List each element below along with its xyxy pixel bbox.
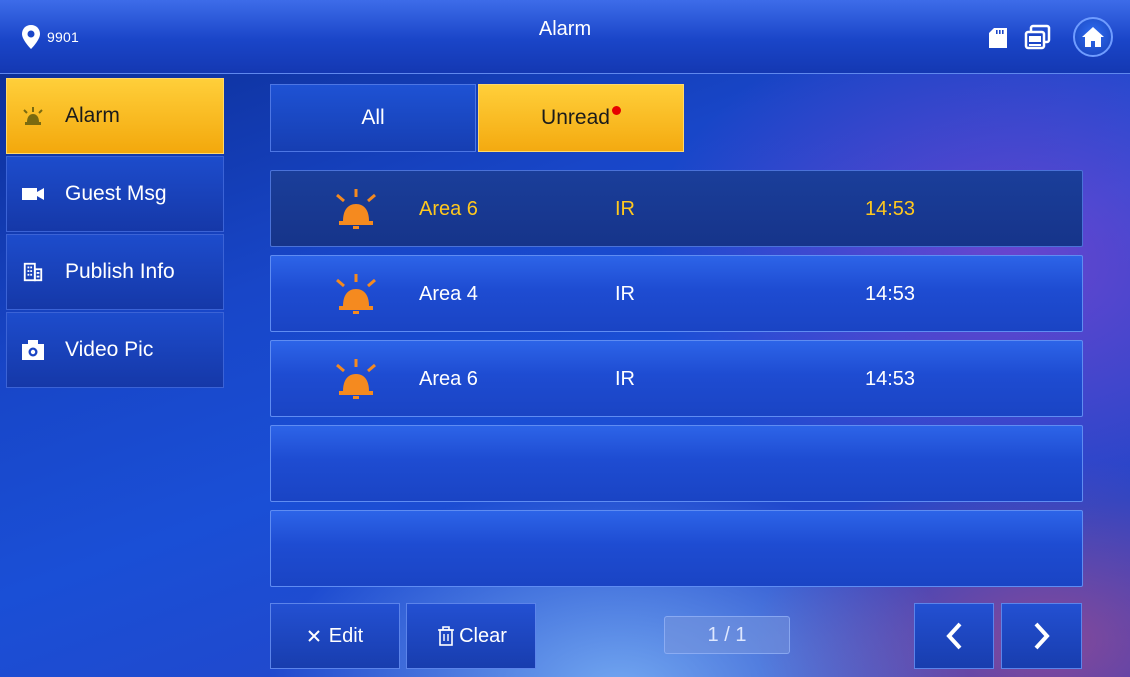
page-title: Alarm: [538, 18, 592, 40]
alarm-area: Area 6: [419, 368, 478, 390]
tab-label: All: [361, 106, 385, 129]
alarm-area: Area 6: [419, 198, 478, 220]
sd-card-icon: [989, 28, 1007, 48]
alarm-bell-icon: [336, 274, 376, 314]
list-item[interactable]: Area 6 IR 14:53: [270, 340, 1083, 417]
building-icon: [21, 260, 45, 284]
edit-label: Edit: [328, 624, 364, 647]
chevron-left-icon: [946, 622, 962, 650]
unread-dot-icon: [611, 105, 621, 115]
sidebar-item-publish-info[interactable]: Publish Info: [6, 234, 224, 310]
trash-icon: [438, 626, 455, 646]
top-bar: 9901 Alarm: [0, 0, 1130, 74]
alarm-type: IR: [615, 198, 635, 220]
edit-button[interactable]: Edit: [270, 603, 400, 669]
alarm-area: Area 4: [419, 283, 478, 305]
tab-all[interactable]: All: [270, 84, 476, 152]
clear-button[interactable]: Clear: [406, 603, 536, 669]
alarm-bell-icon: [336, 359, 376, 399]
alarm-time: 14:53: [865, 198, 916, 220]
sidebar-item-label: Guest Msg: [65, 182, 167, 205]
tab-unread[interactable]: Unread: [478, 84, 684, 152]
alarm-icon: [21, 104, 45, 128]
list-item[interactable]: Area 6 IR 14:53: [270, 170, 1083, 247]
camera-icon: [21, 182, 45, 206]
network-icon: [1024, 24, 1051, 50]
sidebar-item-video-pic[interactable]: Video Pic: [6, 312, 224, 388]
home-icon: [1082, 27, 1104, 47]
clear-label: Clear: [459, 624, 507, 647]
alarm-type: IR: [615, 368, 635, 390]
alarm-bell-icon: [336, 189, 376, 229]
sidebar-item-guest-msg[interactable]: Guest Msg: [6, 156, 224, 232]
photo-camera-icon: [21, 338, 45, 362]
sidebar-item-label: Publish Info: [65, 260, 175, 283]
next-page-button[interactable]: [1001, 603, 1082, 669]
list-item[interactable]: Area 4 IR 14:53: [270, 255, 1083, 332]
filter-tabs: All Unread: [270, 84, 684, 152]
chevron-right-icon: [1034, 622, 1050, 650]
sidebar-item-label: Video Pic: [65, 338, 154, 361]
sidebar-item-alarm[interactable]: Alarm: [6, 78, 224, 154]
alarm-time: 14:53: [865, 283, 916, 305]
previous-page-button[interactable]: [914, 603, 994, 669]
tab-label: Unread: [541, 106, 610, 129]
alarm-list: Area 6 IR 14:53 Area 4 IR 14:53 Area 6 I…: [270, 170, 1083, 595]
empty-list-item[interactable]: [270, 510, 1083, 587]
close-icon: [308, 630, 320, 642]
alarm-type: IR: [615, 283, 635, 305]
sidebar-item-label: Alarm: [65, 104, 120, 127]
alarm-time: 14:53: [865, 368, 916, 390]
empty-list-item[interactable]: [270, 425, 1083, 502]
sidebar: Alarm Guest Msg Publish Info Video Pic: [6, 78, 224, 390]
page-indicator: 1 / 1: [664, 616, 790, 654]
home-button[interactable]: [1073, 17, 1113, 57]
